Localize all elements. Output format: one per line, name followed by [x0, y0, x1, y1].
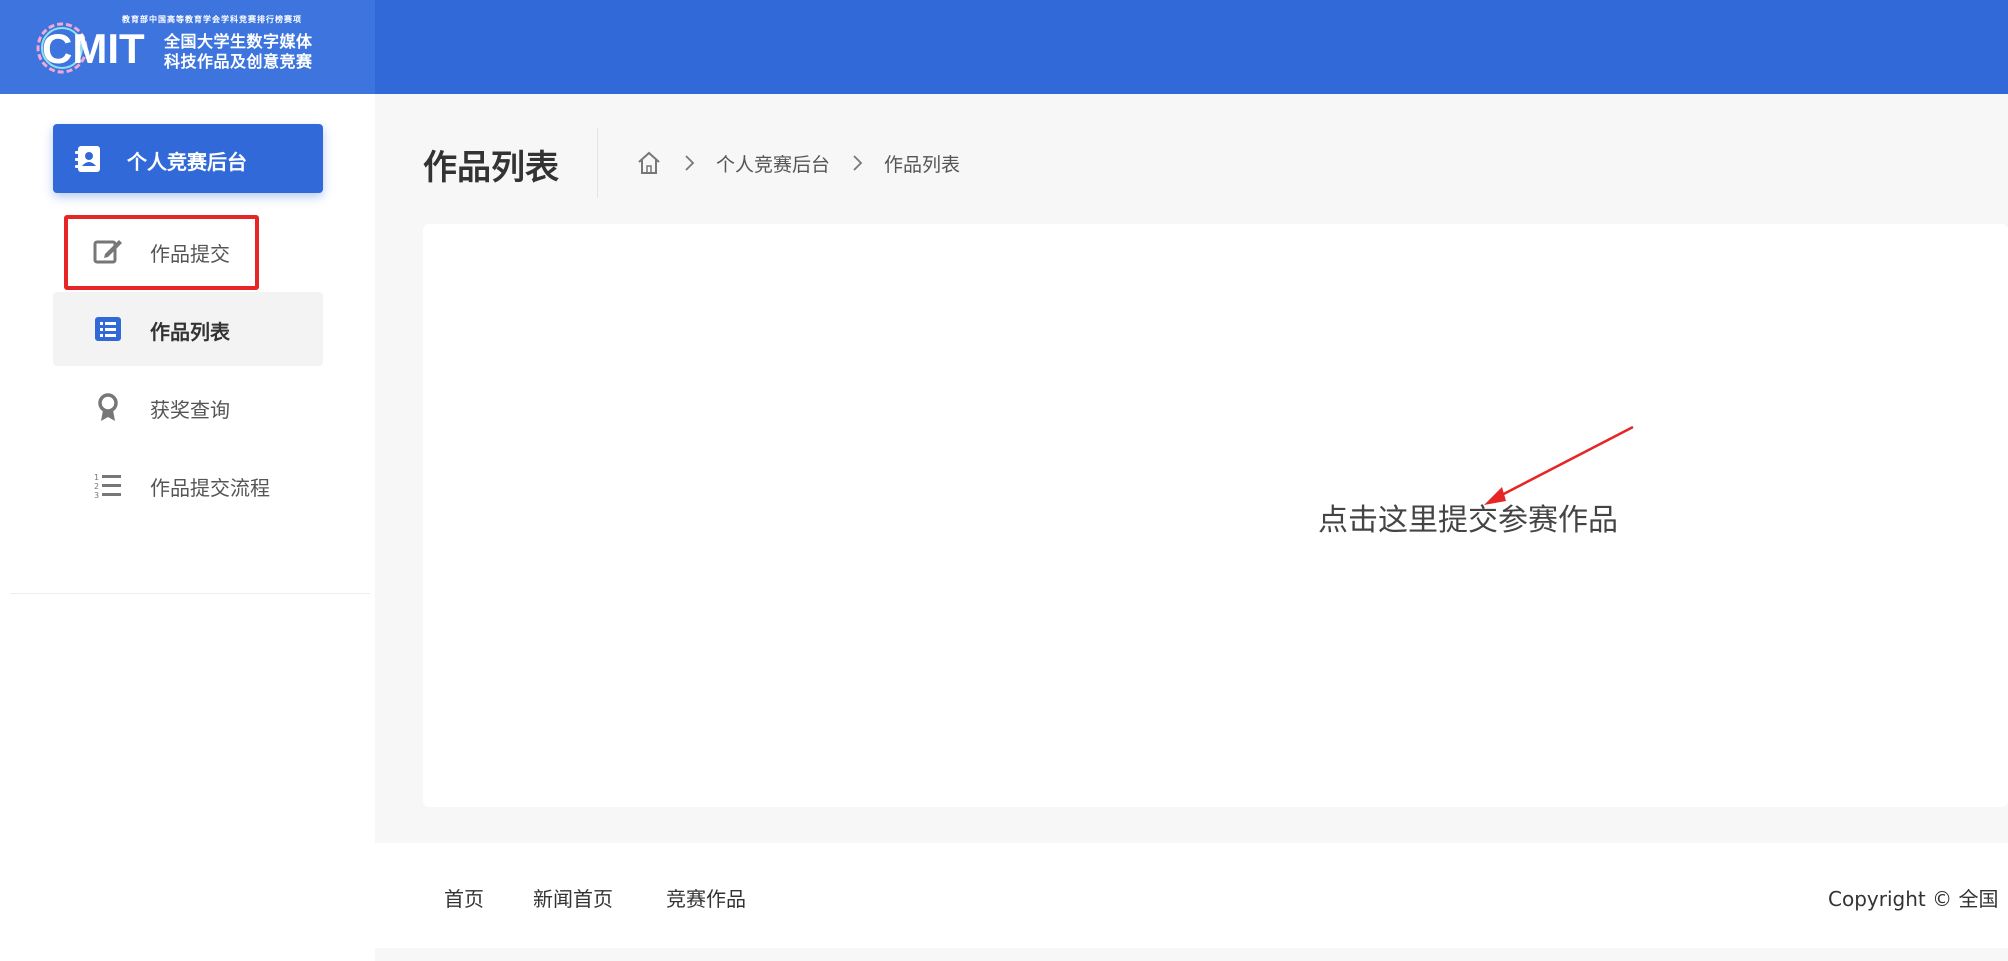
- breadcrumb-item: 作品列表: [884, 153, 961, 176]
- logo-area: 教育部中国高等教育学会学科竞赛排行榜赛项 CMIT 全国大学生数字媒体 科技作品…: [0, 0, 375, 94]
- numbered-list-icon: 1 2 3: [94, 473, 121, 500]
- list-icon: [95, 317, 121, 341]
- annotation-highlight-box: [64, 215, 259, 290]
- annotation-arrow-icon: [1484, 425, 1634, 505]
- page-title: 作品列表: [423, 148, 559, 188]
- top-header: 教育部中国高等教育学会学科竞赛排行榜赛项 CMIT 全国大学生数字媒体 科技作品…: [0, 0, 2008, 94]
- chevron-right-icon: [685, 155, 695, 171]
- sidebar-divider: [10, 593, 370, 594]
- logo-title-line2: 科技作品及创意竞赛: [164, 52, 313, 71]
- sidebar-header-label: 个人竞赛后台: [127, 150, 247, 174]
- svg-text:3: 3: [94, 491, 99, 500]
- home-icon[interactable]: [636, 150, 662, 176]
- sidebar-item-work-list[interactable]: 作品列表: [53, 292, 323, 366]
- title-divider: [597, 128, 598, 198]
- footer-link-home[interactable]: 首页: [444, 883, 484, 912]
- footer: 首页 新闻首页 竞赛作品 Copyright © 全国: [375, 843, 2008, 948]
- sidebar-item-award-query[interactable]: 获奖查询: [53, 370, 323, 444]
- chevron-right-icon: [853, 155, 863, 171]
- breadcrumb: 个人竞赛后台 作品列表: [636, 148, 960, 178]
- logo-mark-text: CMIT: [42, 25, 145, 72]
- logo-mark-icon: CMIT: [36, 22, 145, 74]
- sidebar-header-button[interactable]: 个人竞赛后台: [53, 124, 323, 193]
- sidebar-item-label: 作品列表: [150, 320, 230, 344]
- contact-book-icon: [75, 146, 100, 172]
- sidebar-item-label: 作品提交流程: [150, 476, 270, 500]
- breadcrumb-item[interactable]: 个人竞赛后台: [716, 150, 830, 177]
- sidebar-item-submission-process[interactable]: 1 2 3 作品提交流程: [53, 448, 323, 522]
- svg-text:2: 2: [94, 482, 99, 491]
- sidebar-item-label: 获奖查询: [150, 398, 230, 422]
- copyright-text: Copyright © 全国: [1828, 887, 1999, 911]
- footer-link-news[interactable]: 新闻首页: [533, 883, 613, 912]
- svg-text:1: 1: [94, 473, 99, 482]
- award-icon: [98, 393, 118, 421]
- logo[interactable]: 教育部中国高等教育学会学科竞赛排行榜赛项 CMIT 全国大学生数字媒体 科技作品…: [36, 14, 326, 78]
- footer-link-works[interactable]: 竞赛作品: [666, 883, 746, 912]
- content-card: [423, 224, 2008, 807]
